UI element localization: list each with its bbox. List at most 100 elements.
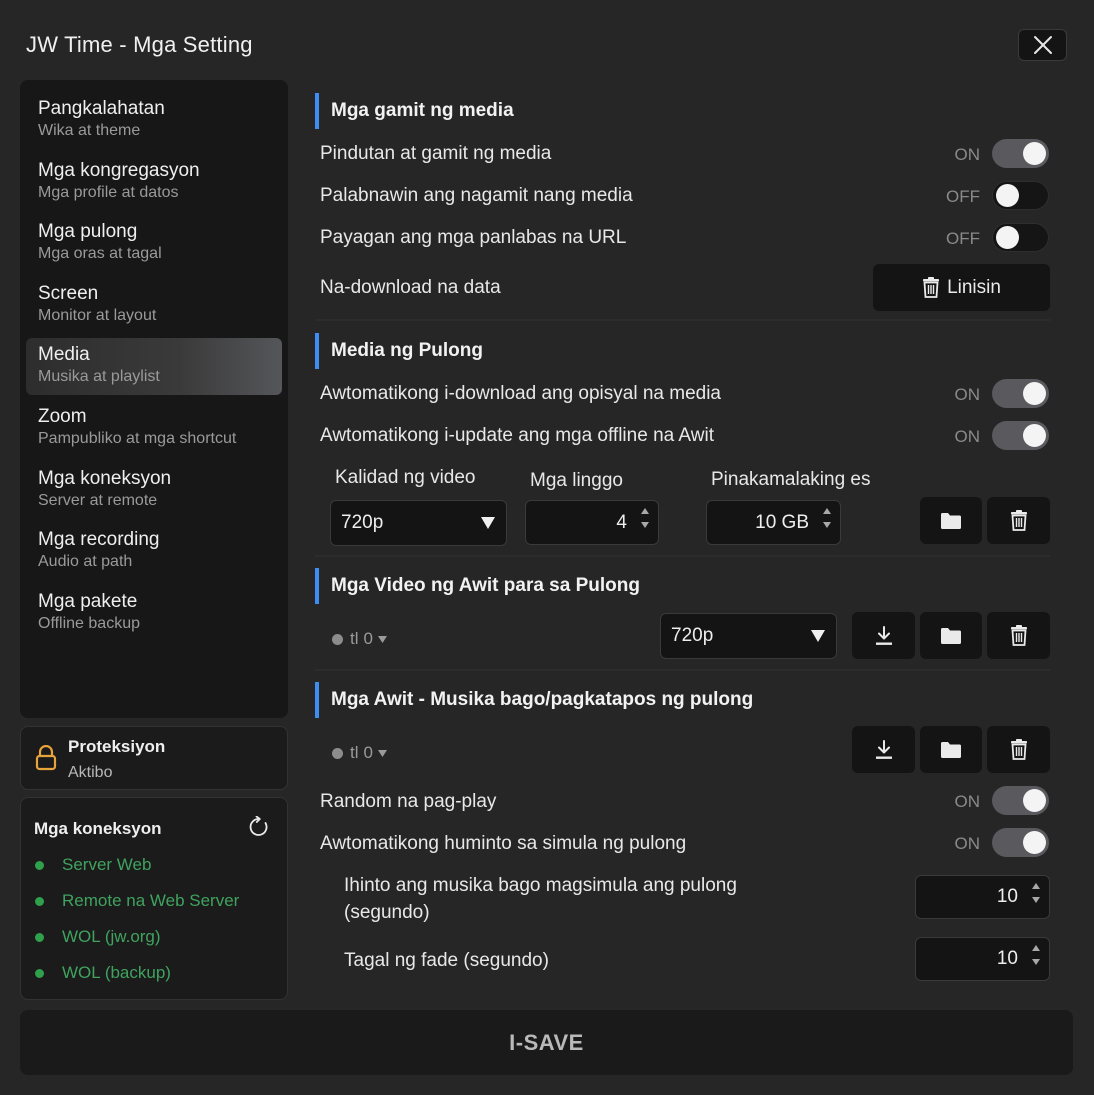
clear-data-label: Linisin <box>947 276 1001 298</box>
connection-label: Remote na Web Server <box>62 891 240 910</box>
stop-before-stepper[interactable]: 10 <box>915 875 1050 919</box>
download-music-button[interactable] <box>852 726 915 773</box>
refresh-icon[interactable] <box>248 816 270 838</box>
sidebar-item-subtitle: Server at remote <box>38 491 158 509</box>
folder-icon <box>941 741 961 758</box>
auto-stop-label: Awtomatikong huminto sa simula ng pulong <box>320 833 687 854</box>
sidebar-item-subtitle: Mga profile at datos <box>38 183 179 201</box>
sidebar-item-subtitle: Wika at theme <box>38 122 141 139</box>
auto-download-label: Awtomatikong i-download ang opisyal na m… <box>320 383 722 404</box>
lock-icon <box>35 745 57 771</box>
auto-download-state: ON <box>954 385 981 404</box>
delete-songs-button[interactable] <box>987 612 1050 659</box>
song-video-quality-select[interactable]: 720p <box>660 613 837 659</box>
delete-meeting-media-button[interactable] <box>987 497 1050 544</box>
auto-update-label: Awtomatikong i-update ang mga offline na… <box>320 425 714 446</box>
clear-data-button[interactable]: Linisin <box>873 264 1050 311</box>
auto-download-toggle[interactable] <box>992 379 1049 408</box>
sidebar-item-screen[interactable]: Screen Monitor at layout <box>26 277 282 334</box>
connection-label: WOL (jw.org) <box>62 927 161 946</box>
sidebar-item-title: Media <box>38 344 90 366</box>
weeks-stepper[interactable]: 4 <box>525 500 659 545</box>
connections-title: Mga koneksyon <box>34 819 162 838</box>
chevron-down-icon[interactable] <box>640 520 650 530</box>
sidebar-item-subtitle: Pampubliko at mga shortcut <box>38 429 237 447</box>
sidebar-item-connections[interactable]: Mga koneksyon Server at remote <box>26 462 282 519</box>
sidebar-item-subtitle: Musika at playlist <box>38 368 160 386</box>
stepper-arrows[interactable] <box>822 506 832 530</box>
chevron-up-icon[interactable] <box>822 506 832 516</box>
sidebar-item-subtitle: Offline backup <box>38 614 140 632</box>
open-songs-folder-button[interactable] <box>920 612 982 659</box>
music-language-select[interactable]: tl 0 <box>332 743 387 763</box>
sidebar-item-media[interactable]: Media Musika at playlist <box>26 338 282 396</box>
auto-update-state: ON <box>954 427 981 446</box>
folder-icon <box>941 627 961 644</box>
max-size-value: 10 GB <box>755 511 809 533</box>
external-urls-toggle[interactable] <box>992 223 1049 252</box>
sidebar-item-meetings[interactable]: Mga pulong Mga oras at tagal <box>26 215 282 272</box>
caret-down-icon <box>377 749 387 757</box>
status-dot-icon <box>332 633 343 645</box>
stop-before-value: 10 <box>996 886 1018 907</box>
delete-music-button[interactable] <box>987 726 1050 773</box>
caret-down-icon <box>481 517 495 529</box>
connection-item: Remote na Web Server <box>35 891 239 911</box>
chevron-down-icon[interactable] <box>1031 957 1041 967</box>
random-play-toggle[interactable] <box>992 786 1049 815</box>
toggle-knob <box>1023 382 1046 405</box>
connection-item: WOL (jw.org) <box>35 927 161 947</box>
sidebar-item-general[interactable]: Pangkalahatan Wika at theme <box>26 92 282 149</box>
press-use-toggle[interactable] <box>992 139 1049 168</box>
sidebar-item-zoom[interactable]: Zoom Pampubliko at mga shortcut <box>26 400 282 457</box>
max-size-stepper[interactable]: 10 GB <box>706 500 841 545</box>
sidebar-item-title: Mga recording <box>38 529 160 551</box>
video-quality-select[interactable]: 720p <box>330 500 507 546</box>
sidebar-item-title: Mga pulong <box>38 221 138 243</box>
stepper-arrows[interactable] <box>640 506 650 530</box>
stepper-arrows[interactable] <box>1031 881 1041 905</box>
stepper-arrows[interactable] <box>1031 943 1041 967</box>
sidebar-item-title: Screen <box>38 282 99 304</box>
sidebar-item-title: Mga kongregasyon <box>38 159 200 181</box>
weeks-value: 4 <box>616 511 627 533</box>
section-divider <box>315 555 1050 557</box>
fade-used-toggle[interactable] <box>992 181 1049 210</box>
chevron-down-icon[interactable] <box>822 520 832 530</box>
open-music-folder-button[interactable] <box>920 726 982 773</box>
chevron-up-icon[interactable] <box>640 506 650 516</box>
sidebar-item-title: Mga pakete <box>38 590 138 612</box>
song-video-quality-value: 720p <box>671 625 714 646</box>
max-size-label: Pinakamalaking es <box>711 469 871 490</box>
external-urls-label: Payagan ang mga panlabas na URL <box>320 227 627 248</box>
section-meeting-media-title: Media ng Pulong <box>315 333 483 369</box>
sidebar-item-packages[interactable]: Mga pakete Offline backup <box>26 585 282 642</box>
caret-down-icon <box>811 630 825 642</box>
save-button[interactable]: I-SAVE <box>20 1010 1073 1075</box>
song-videos-language-select[interactable]: tl 0 <box>332 629 387 649</box>
random-play-label: Random na pag-play <box>320 791 497 812</box>
fade-duration-stepper[interactable]: 10 <box>915 937 1050 981</box>
chevron-up-icon[interactable] <box>1031 943 1041 953</box>
status-dot-icon <box>35 968 44 978</box>
sidebar-item-congregations[interactable]: Mga kongregasyon Mga profile at datos <box>26 154 282 211</box>
language-count: 0 <box>363 743 373 762</box>
chevron-down-icon[interactable] <box>1031 895 1041 905</box>
auto-stop-toggle[interactable] <box>992 828 1049 857</box>
trash-icon <box>1010 739 1027 760</box>
auto-update-toggle[interactable] <box>992 421 1049 450</box>
download-songs-button[interactable] <box>852 612 915 659</box>
protection-card[interactable]: Proteksiyon Aktibo <box>20 726 288 790</box>
toggle-knob <box>996 226 1019 249</box>
download-icon <box>875 739 892 759</box>
toggle-knob <box>1023 789 1046 812</box>
chevron-up-icon[interactable] <box>1031 881 1041 891</box>
video-quality-value: 720p <box>341 512 384 533</box>
sidebar-item-subtitle: Audio at path <box>38 553 133 571</box>
caret-down-icon <box>377 635 387 643</box>
toggle-knob <box>1023 831 1046 854</box>
connection-label: WOL (backup) <box>62 963 171 982</box>
close-button[interactable] <box>1018 29 1067 61</box>
open-meeting-folder-button[interactable] <box>920 497 982 544</box>
sidebar-item-recordings[interactable]: Mga recording Audio at path <box>26 523 282 580</box>
